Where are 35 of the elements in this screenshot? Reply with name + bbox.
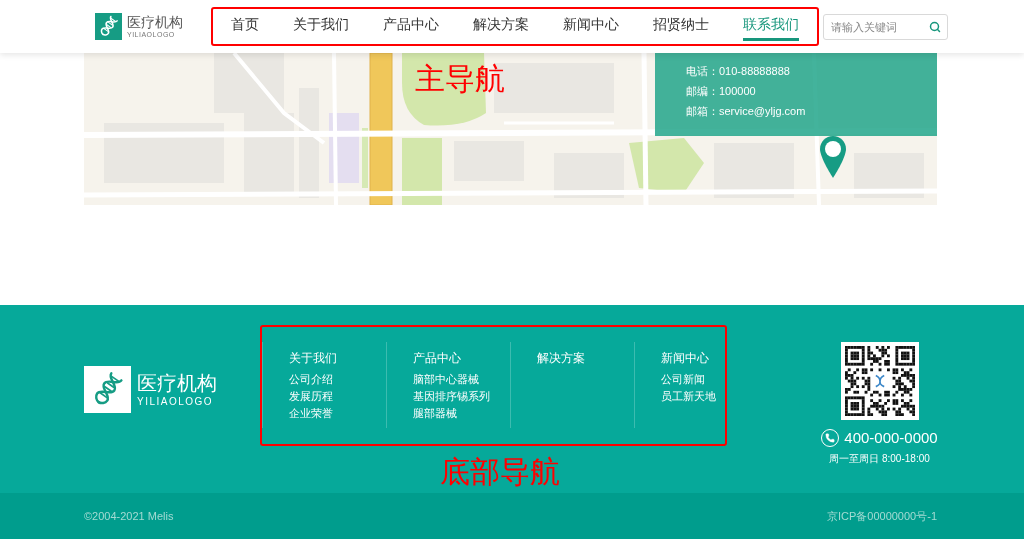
search-field[interactable]: 请输入关键词 xyxy=(823,13,948,40)
footer-link[interactable]: 员工新天地 xyxy=(661,388,716,405)
dna-logo-icon xyxy=(84,366,131,413)
logo-title: 医疗机构 xyxy=(127,14,183,30)
nav-link[interactable]: 招贤纳士 xyxy=(653,7,709,41)
annotation-label: 底部导航 xyxy=(440,455,560,489)
nav-link[interactable]: 关于我们 xyxy=(293,7,349,41)
footer-column-heading: 产品中心 xyxy=(413,350,462,366)
footer-link[interactable]: 企业荣誉 xyxy=(289,405,333,422)
nav-link[interactable]: 新闻中心 xyxy=(563,7,619,41)
footer-link[interactable]: 发展历程 xyxy=(289,388,333,405)
copyright-text: ©2004-2021 Melis xyxy=(84,508,174,524)
search-icon[interactable] xyxy=(929,20,941,33)
hotline-number: 400-000-0000 xyxy=(844,429,938,447)
footer-link[interactable]: 公司介绍 xyxy=(289,371,333,388)
contact-info-text: 邮编：100000 xyxy=(686,84,757,99)
nav-link[interactable]: 联系我们 xyxy=(743,7,799,41)
hotline-hours: 周一至周日 8:00-18:00 xyxy=(829,452,930,465)
nav-link[interactable]: 解决方案 xyxy=(473,7,529,41)
nav-link[interactable]: 产品中心 xyxy=(383,7,439,41)
footer-column-heading: 解决方案 xyxy=(537,350,586,366)
logo-title: 医疗机构 xyxy=(137,371,217,395)
icp-text: 京ICP备00000000号-1 xyxy=(826,508,937,524)
dna-logo-icon xyxy=(95,13,122,40)
footer-link[interactable]: 脑部中心器械 xyxy=(413,371,479,388)
contact-info-text: 电话：010-88888888 xyxy=(686,64,791,79)
annotation-label: 主导航 xyxy=(415,62,505,96)
footer-column-heading: 关于我们 xyxy=(289,350,338,366)
nav-link[interactable]: 首页 xyxy=(231,7,259,41)
logo-subtitle: YILIAOLOGO xyxy=(137,395,215,408)
contact-info-text: 邮箱：service@yljg.com xyxy=(686,104,807,119)
footer-column-heading: 新闻中心 xyxy=(661,350,710,366)
footer-link[interactable]: 基因排序锡系列 xyxy=(413,388,490,405)
footer-link[interactable]: 腿部器械 xyxy=(413,405,457,422)
footer-link[interactable]: 公司新闻 xyxy=(661,371,705,388)
